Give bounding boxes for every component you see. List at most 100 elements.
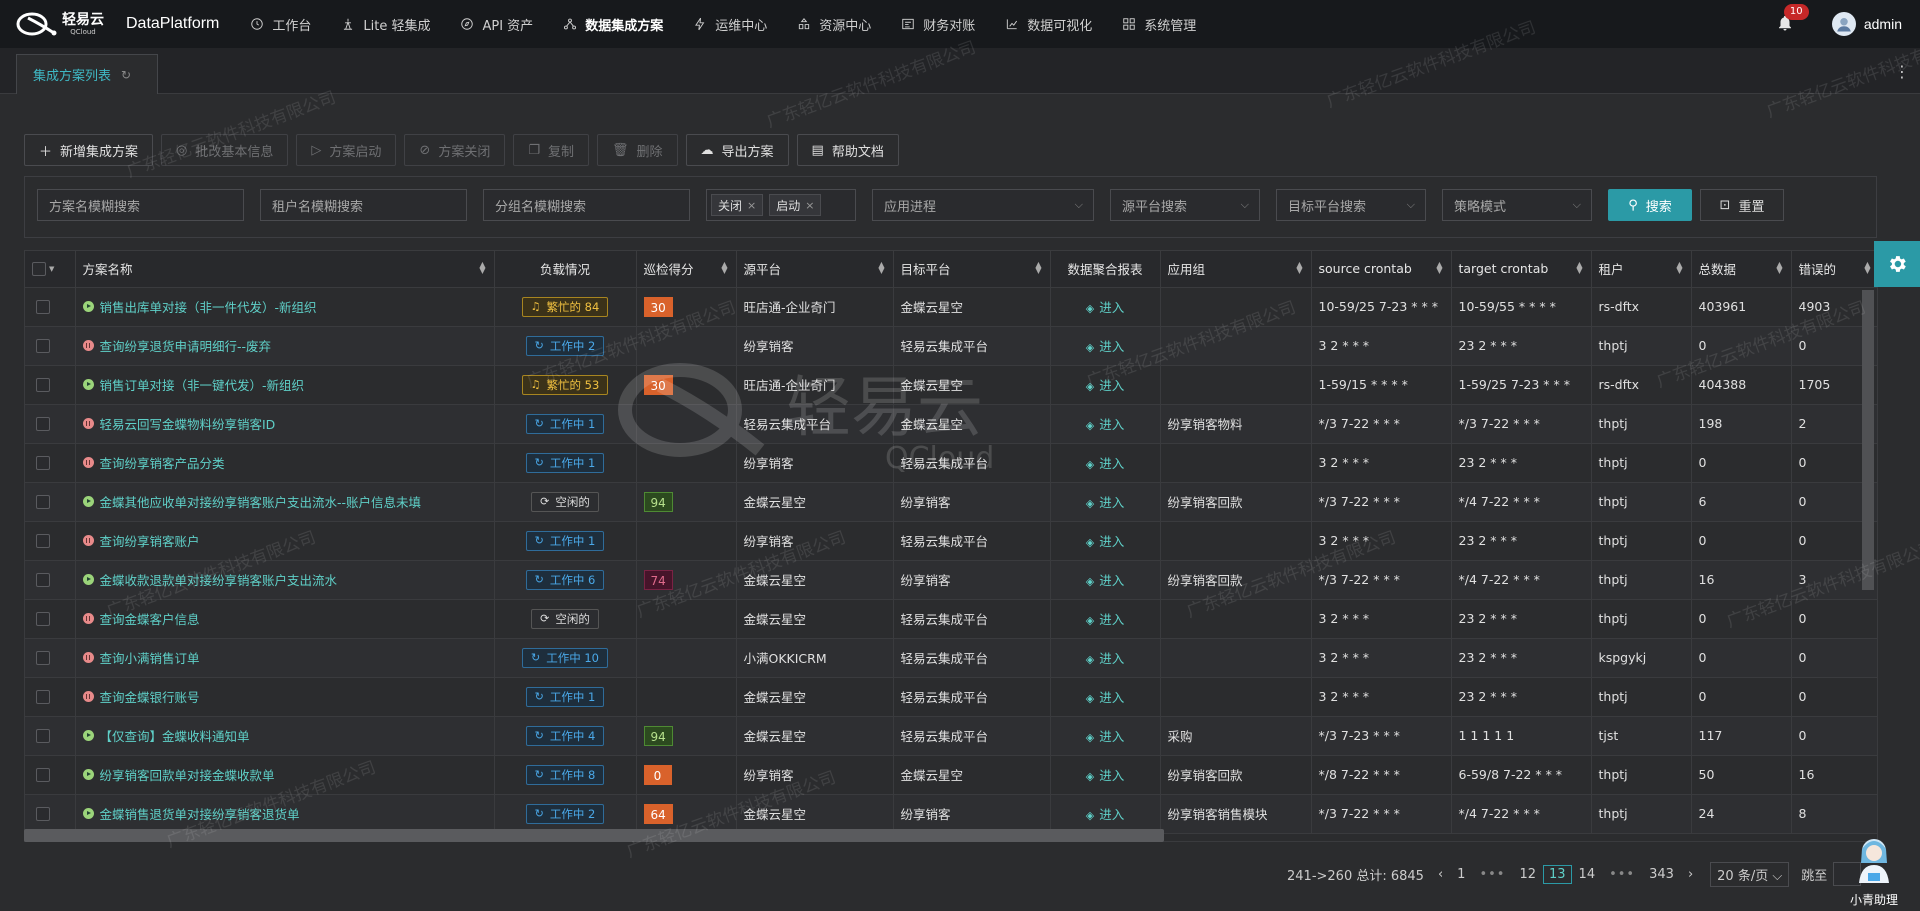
enter-report-link[interactable]: ◈ 进入 [1086,612,1124,627]
nav-item-8[interactable]: 系统管理 [1107,0,1211,48]
row-select-cell[interactable] [25,521,76,561]
plan-name-link[interactable]: 金蝶收款退款单对接纷享销客账户支出流水 [100,573,338,588]
enter-report-link[interactable]: ◈ 进入 [1086,417,1124,432]
row-select-cell[interactable] [25,677,76,717]
row-select-cell[interactable] [25,599,76,639]
close-icon[interactable]: × [747,199,756,212]
help-doc-button[interactable]: ▤ 帮助文档 [796,134,899,166]
brand-logo[interactable]: 轻易云 QCloud [14,9,126,39]
plan-name-cell[interactable]: 金蝶收款退款单对接纷享销客账户支出流水 [75,560,495,600]
target-platform-select[interactable]: 目标平台搜索 ⌵ [1276,189,1426,221]
notification-bell[interactable]: 10 [1776,4,1809,34]
sort-icon[interactable]: ▲ ▼ [878,261,884,275]
sort-icon[interactable]: ▲ ▼ [721,261,727,275]
sort-icon[interactable]: ▲ ▼ [1676,261,1682,275]
page-size-select[interactable]: 20 条/页 ⌵ [1710,861,1790,887]
plan-name-link[interactable]: 查询纷享退货申请明细行--废弃 [100,339,272,354]
plan-name-link[interactable]: 金蝶其他应收单对接纷享销客账户支出流水--账户信息未填 [100,495,422,510]
next-page-icon[interactable]: › [1681,867,1700,882]
col-header-errors[interactable]: 错误的 ▲ ▼ [1791,251,1877,288]
play-circle-icon[interactable] [82,808,94,819]
row-select-cell[interactable] [25,638,76,678]
strategy-select[interactable]: 策略模式 ⌵ [1442,189,1592,221]
table-row[interactable]: 查询金蝶银行账号 ↻ 工作中 1 金蝶云星空 轻易云集成平台 ◈ 进入 3 2 * * * 23… [25,677,1877,717]
row-select-cell[interactable] [25,365,76,405]
plan-name-cell[interactable]: 金蝶销售退货单对接纷享销客退货单 [75,794,495,834]
row-select-cell[interactable] [25,560,76,600]
start-plan-button[interactable]: ▷ 方案启动 [296,134,397,166]
nav-item-5[interactable]: 资源中心 [782,0,886,48]
page-1[interactable]: 1 [1450,867,1472,882]
horizontal-scrollbar[interactable] [24,829,1164,842]
plan-name-cell[interactable]: 查询纷享退货申请明细行--废弃 [75,326,495,366]
enter-report-link[interactable]: ◈ 进入 [1086,456,1124,471]
row-select-cell[interactable] [25,443,76,483]
vertical-scrollbar[interactable] [1862,290,1874,590]
col-header-group[interactable]: 应用组 ▲ ▼ [1160,251,1312,288]
row-checkbox[interactable] [36,495,50,510]
row-select-cell[interactable] [25,404,76,444]
page-14[interactable]: 14 [1572,867,1603,882]
row-checkbox[interactable] [36,456,50,471]
col-header-tenant[interactable]: 租户 ▲ ▼ [1591,251,1692,288]
table-row[interactable]: 销售订单对接（非一键代发）-新组织 ♫ 繁忙的 53 30 旺店通-企业奇门 金蝶云星空 ◈… [25,365,1877,405]
plan-name-link[interactable]: 查询纷享销客产品分类 [100,456,225,471]
plan-name-link[interactable]: 查询金蝶银行账号 [100,690,200,705]
enter-report-link[interactable]: ◈ 进入 [1086,378,1124,393]
plan-name-link[interactable]: 查询金蝶客户信息 [100,612,200,627]
tab-integration-list[interactable]: 集成方案列表 ↻ [16,54,158,94]
play-circle-icon[interactable] [82,496,94,507]
more-pages-icon[interactable]: ••• [1602,867,1642,882]
export-button[interactable]: ☁ 导出方案 [685,134,789,166]
plan-name-cell[interactable]: 查询纷享销客账户 [75,521,495,561]
enter-report-link[interactable]: ◈ 进入 [1086,573,1124,588]
table-row[interactable]: 轻易云回写金蝶物料纷享销客ID ↻ 工作中 1 轻易云集成平台 金蝶云星空 ◈ 进入 纷享销客… [25,404,1877,444]
more-vertical-icon[interactable]: ⋮ [1894,62,1910,81]
copy-button[interactable]: ❐ 复制 [513,134,589,166]
plan-name-link[interactable]: 销售出库单对接（非一件代发）-新组织 [100,300,317,315]
pause-circle-icon[interactable] [82,457,94,468]
plan-name-cell[interactable]: 纷享销客回款单对接金蝶收款单 [75,755,495,795]
pause-circle-icon[interactable] [82,652,94,663]
nav-item-0[interactable]: 工作台 [235,0,326,48]
row-select-cell[interactable] [25,716,76,756]
nav-item-7[interactable]: 数据可视化 [990,0,1107,48]
row-checkbox[interactable] [36,573,50,588]
page-343[interactable]: 343 [1642,867,1681,882]
row-checkbox[interactable] [36,417,50,432]
status-chip-started[interactable]: 启动 × [769,194,822,216]
table-row[interactable]: 查询金蝶客户信息 ⟳ 空闲的 金蝶云星空 轻易云集成平台 ◈ 进入 3 2 * * * 23 2… [25,599,1877,639]
nav-item-3[interactable]: 数据集成方案 [548,0,678,48]
sort-icon[interactable]: ▲ ▼ [1296,261,1302,275]
plan-name-link[interactable]: 【仅查询】金蝶收料通知单 [100,729,250,744]
close-icon[interactable]: × [805,199,814,212]
row-checkbox[interactable] [36,690,50,705]
plan-name-cell[interactable]: 轻易云回写金蝶物料纷享销客ID [75,404,495,444]
col-header-target-cron[interactable]: target crontab ▲ ▼ [1451,251,1592,288]
delete-button[interactable]: 🗑 删除 [597,134,678,166]
reset-button[interactable]: ⊡ 重置 [1700,189,1784,221]
status-chip-closed[interactable]: 关闭 × [711,194,764,216]
status-multiselect[interactable]: 关闭 × 启动 × [706,189,856,221]
tenant-search-input[interactable]: 租户名模糊搜索 [260,189,467,221]
table-row[interactable]: 金蝶收款退款单对接纷享销客账户支出流水 ↻ 工作中 6 74 金蝶云星空 纷享销客 ◈ 进入 纷… [25,560,1877,600]
col-header-score[interactable]: 巡检得分 ▲ ▼ [636,251,737,288]
enter-report-link[interactable]: ◈ 进入 [1086,729,1124,744]
select-all-checkbox[interactable] [32,261,46,276]
row-checkbox[interactable] [36,768,50,783]
sort-icon[interactable]: ▲ ▼ [1864,261,1870,275]
row-checkbox[interactable] [36,729,50,744]
table-row[interactable]: 【仅查询】金蝶收料通知单 ↻ 工作中 4 94 金蝶云星空 轻易云集成平台 ◈ 进入 采购 */3… [25,716,1877,756]
row-checkbox[interactable] [36,651,50,666]
page-13-current[interactable]: 13 [1543,864,1572,884]
plan-name-cell[interactable]: 销售出库单对接（非一件代发）-新组织 [75,287,495,327]
play-circle-icon[interactable] [82,730,94,741]
select-all-header[interactable]: ▼ [25,251,76,288]
refresh-icon[interactable]: ↻ [121,68,131,82]
table-row[interactable]: 纷享销客回款单对接金蝶收款单 ↻ 工作中 8 0 纷享销客 金蝶云星空 ◈ 进入 纷享销客回款 *… [25,755,1877,795]
close-plan-button[interactable]: ⊘ 方案关闭 [404,134,506,166]
table-row[interactable]: 查询纷享退货申请明细行--废弃 ↻ 工作中 2 纷享销客 轻易云集成平台 ◈ 进入 3 2 *… [25,326,1877,366]
row-select-cell[interactable] [25,755,76,795]
row-checkbox[interactable] [36,612,50,627]
nav-item-4[interactable]: 运维中心 [678,0,782,48]
